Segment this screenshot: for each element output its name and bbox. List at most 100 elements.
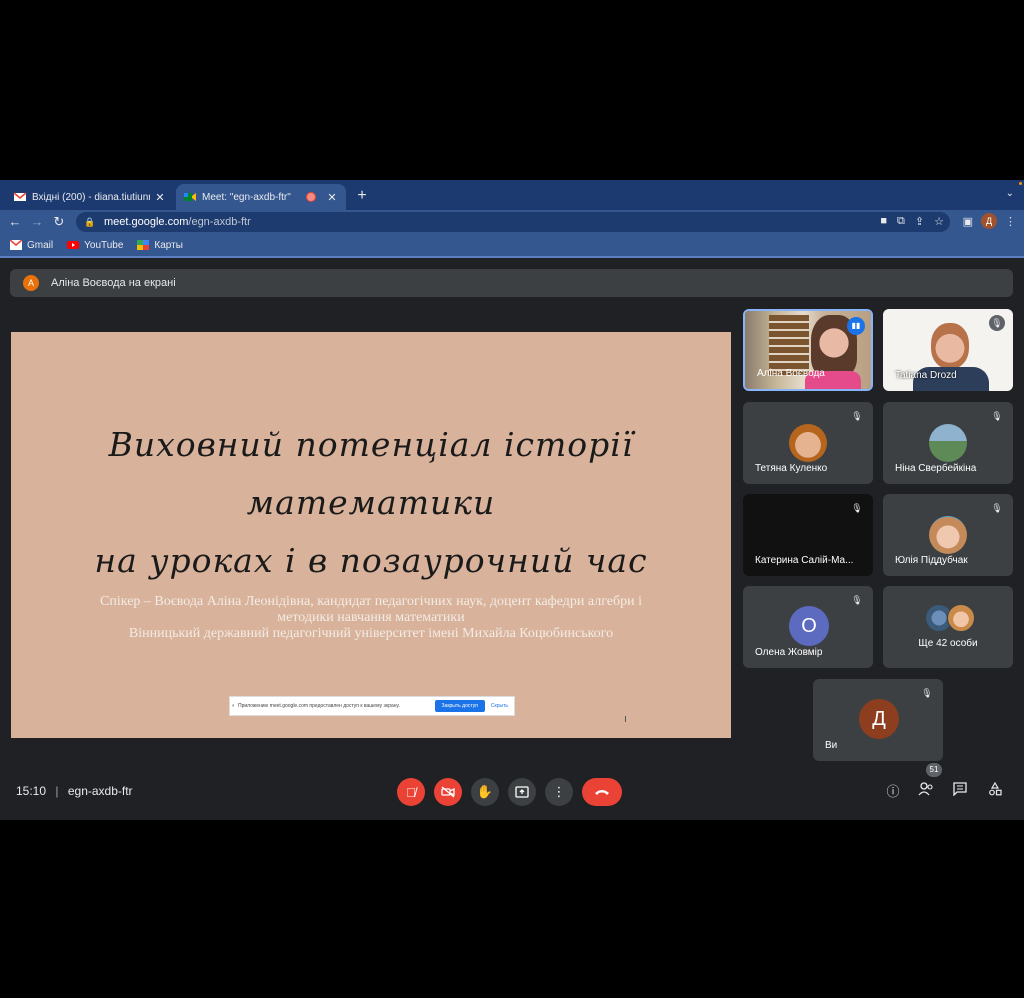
new-tab-button[interactable]: +	[354, 186, 370, 206]
tab-title: Вхідні (200) - diana.tiutiunnyk	[32, 191, 150, 203]
shared-screen: Виховний потенціал історії математики на…	[11, 332, 731, 738]
tab-bar: Вхідні (200) - diana.tiutiunnyk ✕ Meet: …	[0, 180, 1024, 210]
mic-off-icon: 🎙	[851, 411, 863, 421]
bookmark-youtube[interactable]: YouTube	[67, 240, 123, 251]
camera-off-icon	[441, 786, 455, 798]
share-icon[interactable]: ⇪	[915, 215, 924, 228]
meet-controls: 15:10 | egn-axdb-ftr 🎙̸ ✋ ⋮ ⓘ 51	[0, 763, 1024, 816]
close-tab-icon[interactable]: ✕	[326, 191, 338, 204]
tab-gmail[interactable]: Вхідні (200) - diana.tiutiunnyk ✕	[6, 184, 174, 210]
more-vert-icon: ⋮	[552, 784, 566, 799]
gmail-icon	[10, 240, 22, 250]
participant-name: Ніна Свербейкіна	[895, 463, 977, 474]
person-face	[931, 323, 969, 369]
participant-avatar	[947, 604, 975, 632]
screen: Вхідні (200) - diana.tiutiunnyk ✕ Meet: …	[0, 180, 1024, 820]
raise-hand-button[interactable]: ✋	[471, 778, 499, 806]
lock-icon: 🔒	[84, 216, 96, 227]
participant-tile[interactable]: ▮▮ Аліна Воєвода	[743, 309, 873, 391]
mic-off-icon: 🎙	[851, 595, 863, 605]
slide-subtitle-line: Вінницький державний педагогічний універ…	[128, 626, 614, 641]
indicator-dot	[1019, 182, 1022, 185]
mic-off-icon: 🎙	[851, 503, 863, 513]
self-tile[interactable]: Д 🎙 Ви	[813, 679, 943, 761]
stop-sharing-button[interactable]: Закрыть доступ	[434, 700, 485, 712]
mic-off-icon: 🎙	[989, 315, 1005, 331]
bookshelf	[769, 315, 809, 375]
slide-subtitle-line: методики навчання математики	[277, 610, 465, 625]
youtube-icon	[67, 241, 80, 249]
activities-icon	[989, 781, 1002, 796]
participant-tile[interactable]: О 🎙 Олена Жовмір	[743, 586, 873, 668]
divider	[0, 256, 1024, 258]
participant-name: Катерина Салій-Ма...	[755, 555, 854, 566]
chat-icon	[953, 782, 967, 797]
participant-avatar: О	[789, 606, 829, 646]
more-options-button[interactable]: ⋮	[545, 778, 573, 806]
bookmark-gmail[interactable]: Gmail	[10, 240, 53, 251]
tab-search-icon[interactable]: ⌄	[1006, 188, 1014, 199]
share-message: Приложению meet.google.com предоставлен …	[238, 703, 400, 709]
url-text: meet.google.com/egn-axdb-ftr	[104, 216, 251, 228]
bookmark-maps[interactable]: Карты	[137, 240, 183, 251]
menu-icon[interactable]: ⋮	[1005, 215, 1016, 228]
participant-avatars	[925, 604, 977, 632]
url-host: meet.google.com	[104, 216, 189, 228]
presenter-text: Аліна Воєвода на екрані	[51, 277, 176, 289]
activities-button[interactable]	[985, 781, 1005, 802]
participant-tile[interactable]: 🎙 Тетяна Куленко	[743, 402, 873, 484]
slide-subtitle-line: Спікер – Воєвода Аліна Леонідівна, канди…	[100, 594, 642, 609]
mic-off-icon: 🎙	[991, 411, 1003, 421]
participant-avatar	[929, 424, 967, 462]
translate-icon[interactable]: ⧉	[897, 215, 905, 228]
tab-title: Meet: "egn-axdb-ftr"	[202, 191, 291, 203]
participant-name: Аліна Воєвода	[757, 368, 825, 379]
people-count-badge: 51	[926, 763, 942, 777]
mic-off-icon: 🎙	[921, 688, 933, 698]
present-button[interactable]	[508, 778, 536, 806]
participant-name: Тетяна Куленко	[755, 463, 828, 474]
meeting-info: 15:10 | egn-axdb-ftr	[16, 784, 133, 798]
hide-button[interactable]: Скрыть	[491, 703, 508, 709]
meeting-code: egn-axdb-ftr	[67, 784, 133, 798]
bookmark-label: Gmail	[27, 239, 54, 251]
chat-button[interactable]	[950, 782, 970, 802]
camera-toggle-button[interactable]	[434, 778, 462, 806]
more-participants-tile[interactable]: Ще 42 особи	[883, 586, 1013, 668]
more-participants-label: Ще 42 особи	[918, 638, 978, 649]
participant-avatar	[929, 516, 967, 554]
close-tab-icon[interactable]: ✕	[154, 191, 166, 204]
back-icon[interactable]: ←	[6, 213, 24, 231]
participant-name: Олена Жовмір	[755, 647, 823, 658]
people-button[interactable]	[916, 782, 936, 802]
mic-toggle-button[interactable]: 🎙̸	[397, 778, 425, 806]
participant-tile[interactable]: 🎙 Катерина Салій-Ма...	[743, 494, 873, 576]
slide-title-line: Виховний потенціал історії математики	[108, 425, 634, 522]
hang-up-icon	[595, 790, 609, 795]
presenter-avatar: А	[23, 275, 39, 291]
participant-tile[interactable]: 🎙 Tatiana Drozd	[883, 309, 1013, 391]
tab-meet[interactable]: Meet: "egn-axdb-ftr" ✕	[176, 184, 346, 210]
hand-icon: ✋	[476, 784, 494, 799]
slide-title: Виховний потенціал історії математики на…	[11, 416, 731, 590]
profile-avatar[interactable]: Д	[981, 213, 997, 229]
camera-icon[interactable]: ■	[880, 215, 887, 228]
slide-subtitle: Спікер – Воєвода Аліна Леонідівна, канди…	[31, 594, 711, 642]
address-bar[interactable]: 🔒 meet.google.com/egn-axdb-ftr ■ ⧉ ⇪ ☆	[76, 212, 950, 232]
forward-icon[interactable]: →	[28, 213, 46, 231]
reload-icon[interactable]: ↻	[50, 213, 68, 231]
participant-avatar	[789, 424, 827, 462]
recording-icon	[306, 192, 316, 202]
url-path: /egn-axdb-ftr	[188, 216, 251, 228]
participant-tile[interactable]: 🎙 Ніна Свербейкіна	[883, 402, 1013, 484]
side-panel-icon[interactable]: ▣	[963, 215, 973, 228]
slide-title-line: на уроках і в позаурочний час	[94, 541, 648, 580]
leave-call-button[interactable]	[582, 778, 622, 806]
gmail-icon	[14, 192, 26, 201]
people-icon	[918, 782, 933, 796]
star-icon[interactable]: ☆	[934, 215, 944, 228]
bookmark-label: Карты	[154, 239, 183, 251]
meeting-details-button[interactable]: ⓘ	[883, 782, 903, 802]
participant-name: Ви	[825, 740, 838, 751]
participant-tile[interactable]: 🎙 Юлія Піддубчак	[883, 494, 1013, 576]
